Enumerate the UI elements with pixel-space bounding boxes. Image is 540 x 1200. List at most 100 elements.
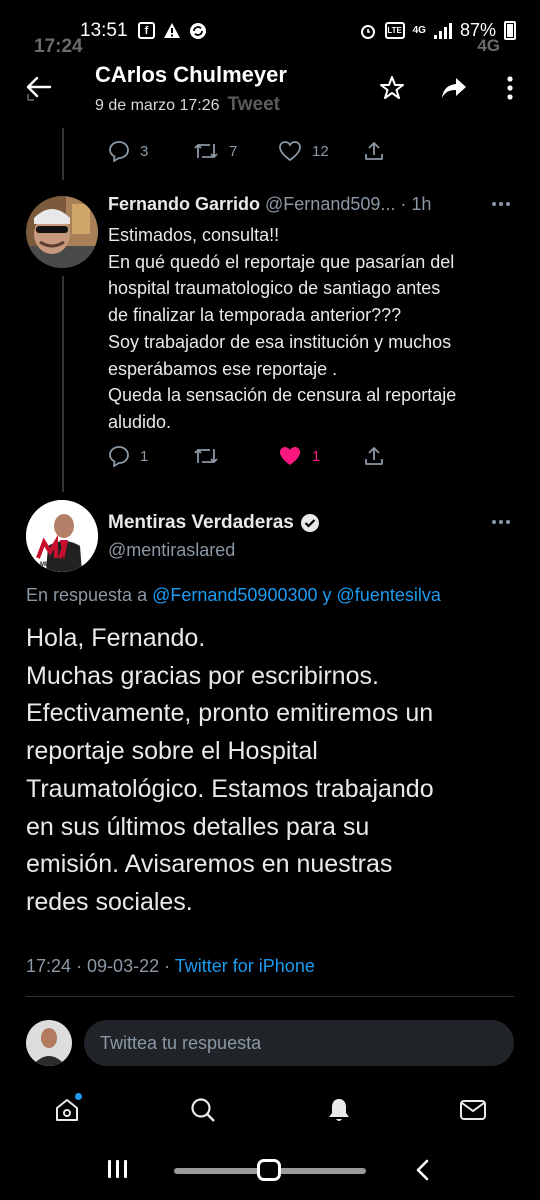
alarm-icon <box>360 24 375 39</box>
prev-tweet-actions: 3 7 12 <box>108 138 448 164</box>
nav-search[interactable] <box>186 1093 220 1127</box>
like-count: 1 <box>312 447 321 465</box>
logo-text: MENTIRAS <box>40 562 71 568</box>
tweet-source-link[interactable]: Twitter for iPhone <box>175 956 315 976</box>
nav-home[interactable] <box>50 1093 84 1127</box>
author-name[interactable]: Mentiras Verdaderas <box>108 512 294 534</box>
reply-input[interactable] <box>84 1020 514 1066</box>
reply-count: 3 <box>140 142 149 160</box>
like-button[interactable]: 12 <box>278 138 363 164</box>
bell-icon <box>329 1099 349 1121</box>
nav-messages[interactable] <box>456 1093 490 1127</box>
retweet-count: 7 <box>229 142 238 160</box>
status-notification-icons: f <box>138 22 207 40</box>
recent-apps-button[interactable] <box>108 1160 127 1178</box>
tweet-more-button[interactable] <box>492 520 514 526</box>
retweet-button[interactable]: 7 <box>193 138 278 164</box>
tweet-more-button[interactable] <box>492 202 514 208</box>
tweet-line: hospital traumatologico de santiago ante… <box>108 278 441 299</box>
tweet-line: en sus últimos detalles para su <box>26 812 370 841</box>
network-type: 4G <box>412 25 426 36</box>
status-time: 13:51 <box>80 20 128 41</box>
share-tweet-button[interactable] <box>363 138 448 164</box>
page-subtitle-date: 9 de marzo 17:26 <box>95 97 220 114</box>
author-handle[interactable]: @Fernand509... <box>265 194 395 214</box>
retweet-button[interactable] <box>193 443 278 469</box>
system-back-icon[interactable] <box>412 1158 434 1182</box>
tweet-timestamp: 17:24 · 09-03-22 · <box>26 956 171 976</box>
tweet-header-row: Fernando Garrido @Fernand509... · 1h <box>108 194 518 215</box>
vertical-dots-icon <box>507 76 513 100</box>
tweet-line: Queda la sensación de censura al reporta… <box>108 385 457 406</box>
page-title: CArlos Chulmeyer <box>95 62 287 87</box>
page-subtitle: 9 de marzo 17:26 Tweet <box>95 94 280 116</box>
tweet-line: de finalizar la temporada anterior??? <box>108 305 402 326</box>
volte-icon: LTE <box>384 22 405 39</box>
mention-link[interactable]: @fuentesilva <box>337 585 441 605</box>
reply-context: En respuesta a @Fernand50900300 y @fuent… <box>26 585 441 606</box>
notification-dot <box>75 1093 82 1100</box>
heart-icon <box>279 141 301 162</box>
tweet-line: esperábamos ese reportaje . <box>108 358 338 379</box>
retweet-icon <box>194 144 218 158</box>
avatar-photo <box>26 196 98 268</box>
forward-arrow-icon <box>442 78 466 98</box>
status-time-ghost: 17:24 <box>34 36 83 57</box>
tweet-line: Soy trabajador de esa institución y much… <box>108 331 452 352</box>
share-button[interactable] <box>438 72 470 104</box>
home-button[interactable] <box>257 1159 281 1181</box>
tweet-line: Traumatológico. Estamos trabajando <box>26 774 434 803</box>
tweet-text: Hola, Fernando. Muchas gracias por escri… <box>26 620 521 922</box>
nav-notifications[interactable] <box>322 1093 356 1127</box>
reply-button[interactable]: 1 <box>108 443 193 469</box>
status-bar: 17:24 13:51 f 4G LTE 4G 87% <box>0 0 540 62</box>
back-arrow-icon[interactable] <box>24 72 54 102</box>
tweet-line: Muchas gracias por escribirnos. <box>26 661 379 690</box>
avatar[interactable] <box>26 196 98 268</box>
tweet-time: · 1h <box>400 194 432 214</box>
system-nav-bar <box>0 1140 540 1200</box>
author-name-row: Mentiras Verdaderas <box>108 512 320 534</box>
reply-count: 1 <box>140 447 149 465</box>
home-icon <box>56 1099 78 1121</box>
my-avatar[interactable] <box>26 1020 72 1066</box>
overflow-menu-button[interactable] <box>494 72 526 104</box>
like-button[interactable]: 1 <box>278 443 363 469</box>
tweet-line: Hola, Fernando. <box>26 624 206 652</box>
author-handle[interactable]: @mentiraslared <box>108 540 235 561</box>
tweet-line: aludido. <box>108 411 172 432</box>
status-system-icons: LTE 4G 87% <box>359 20 516 41</box>
tweet-line: emisión. Avisaremos en nuestras <box>26 850 393 879</box>
tweet-text: Estimados, consulta!! En qué quedó el re… <box>108 222 518 436</box>
tweet-actions: 1 1 <box>108 443 448 469</box>
reply-icon <box>109 141 129 162</box>
thread-line <box>62 276 64 492</box>
battery-percent: 87% <box>459 20 496 40</box>
reply-icon <box>109 446 129 467</box>
share-icon <box>365 142 383 160</box>
tweet-line: Efectivamente, pronto emitiremos un <box>26 699 434 728</box>
mail-icon <box>460 1100 486 1120</box>
tweet-header: CArlos Chulmeyer 9 de marzo 17:26 Tweet <box>0 58 540 128</box>
share-icon <box>365 447 383 465</box>
author-name[interactable]: Fernando Garrido <box>108 194 260 214</box>
bookmark-button[interactable] <box>376 72 408 104</box>
tweet-line: reportaje sobre el Hospital <box>26 737 318 766</box>
avatar[interactable]: MENTIRAS <box>26 500 98 572</box>
avatar-logo: MENTIRAS <box>26 500 98 572</box>
signal-icon <box>433 22 452 39</box>
star-icon <box>380 76 404 99</box>
tweet-line: redes sociales. <box>26 887 193 916</box>
reply-and: y <box>322 585 332 605</box>
tweet-line: En qué quedó el reportaje que pasarían d… <box>108 251 455 272</box>
reply-prefix: En respuesta a <box>26 585 148 605</box>
my-avatar-photo <box>26 1020 72 1066</box>
reply-button[interactable]: 3 <box>108 138 193 164</box>
verified-badge-icon <box>300 514 319 532</box>
tweet-line: Estimados, consulta!! <box>108 225 280 245</box>
share-tweet-button[interactable] <box>363 443 448 469</box>
search-icon <box>191 1098 215 1122</box>
facebook-icon: f <box>138 22 155 39</box>
battery-icon <box>504 21 516 40</box>
mention-link[interactable]: @Fernand50900300 <box>152 585 317 605</box>
